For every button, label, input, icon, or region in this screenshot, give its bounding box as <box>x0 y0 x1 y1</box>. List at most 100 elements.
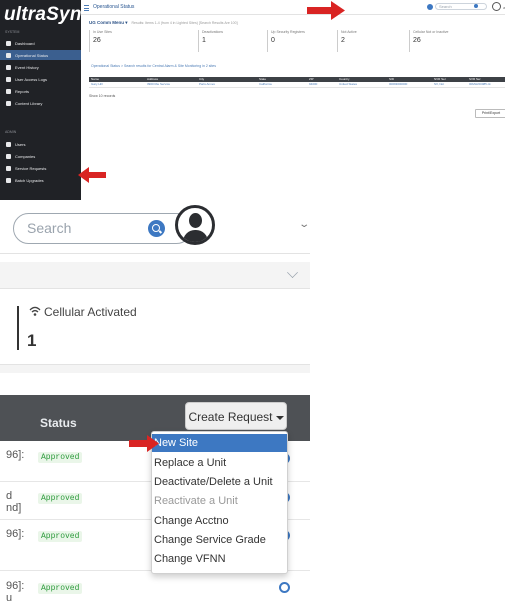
stat-label: Deactivations <box>202 30 224 34</box>
avatar[interactable] <box>175 205 215 245</box>
menu-item-replace-unit[interactable]: Replace a Unit <box>152 454 287 472</box>
table-cell[interactable]: Gary Hill <box>91 82 103 87</box>
results-table-area: Operational Status > Search results for … <box>85 61 505 121</box>
red-arrow-left-icon <box>78 167 106 183</box>
table-row[interactable]: 96]: u Approved <box>0 572 310 604</box>
upload-icon <box>6 177 11 183</box>
stat-label: Not Active <box>341 30 357 34</box>
menu-item-deactivate-delete-unit[interactable]: Deactivate/Delete a Unit <box>152 473 287 491</box>
sidebar-section-admin: ADMIN <box>5 130 17 134</box>
stat-value: 26 <box>93 37 101 44</box>
table-cell: SV, Not <box>434 82 445 86</box>
table-cell: 3900 Rte Service <box>147 82 171 86</box>
avatar[interactable] <box>492 2 501 11</box>
sidebar-item-label: Batch Upgrades <box>15 177 44 183</box>
sidebar-item-batch-upgrades[interactable]: Batch Upgrades <box>0 175 81 185</box>
sidebar-item-operational-status[interactable]: Operational Status <box>0 50 81 60</box>
stat-divider <box>17 306 19 350</box>
sidebar-item-label: Operational Status <box>15 52 49 58</box>
stat-value: 0 <box>271 37 275 44</box>
sidebar-item-content-library[interactable]: Content Library <box>0 98 81 108</box>
sidebar-item-label: Companies <box>15 153 36 159</box>
stat-label: Cellular Activated <box>44 305 137 319</box>
sidebar-item-dashboard[interactable]: Dashboard <box>0 38 81 48</box>
search-icon[interactable] <box>474 4 478 8</box>
stat-value: 2 <box>341 37 345 44</box>
menu-item-label: Deactivate/Delete a Unit <box>154 476 273 488</box>
print-button[interactable]: Print/Export <box>475 109 505 118</box>
stat-value: 1 <box>27 331 37 350</box>
menu-item-label: Change VFNN <box>154 553 226 565</box>
create-request-menu: New Site Replace a Unit Deactivate/Delet… <box>151 431 288 574</box>
user-log-icon <box>6 76 11 82</box>
stat-card: In Use Sites 26 <box>89 30 165 52</box>
row-id: 96]: u <box>6 580 25 604</box>
caret-down-icon <box>275 415 284 420</box>
sidebar-item-service-requests[interactable]: Service Requests <box>0 163 81 173</box>
sidebar-item-user-access-logs[interactable]: User Access Logs <box>0 74 81 84</box>
status-badge: Approved <box>38 583 83 594</box>
menu-item-change-vfnn[interactable]: Change VFNN <box>152 550 287 568</box>
table-cell: 00093000000 <box>389 82 408 86</box>
companies-icon <box>6 153 11 159</box>
library-icon <box>6 100 11 106</box>
create-request-button[interactable]: Create Request <box>185 402 287 430</box>
menu-item-change-service-grade[interactable]: Change Service Grade <box>152 531 287 549</box>
show-entries[interactable]: Show 10 records <box>89 94 115 98</box>
menu-item-reactivate-unit: Reactivate a Unit <box>152 492 287 510</box>
table-row[interactable]: Gary Hill 3900 Rte Service Paris Annex C… <box>89 82 505 88</box>
hamburger-menu-icon[interactable] <box>84 5 89 11</box>
sidebar-item-label: Reports <box>15 88 30 94</box>
stat-card: Not Active 2 <box>337 30 413 52</box>
stat-label: Up Security Registers <box>271 30 305 34</box>
chevron-down-icon[interactable]: ⌄ <box>298 219 310 230</box>
sidebar-item-companies[interactable]: Companies <box>0 151 81 161</box>
panel-heading[interactable]: UG Comm Menu ▾ Results: Items 1-4 (from 4… <box>89 20 238 26</box>
status-badge: Approved <box>38 452 83 463</box>
menu-item-new-site[interactable]: New Site <box>152 434 287 452</box>
breadcrumb[interactable]: Operational Status > Search results for … <box>91 64 216 68</box>
menu-item-label: New Site <box>154 437 199 449</box>
sidebar-item-reports[interactable]: Reports <box>0 86 81 96</box>
panel-heading-sub: Results: Items 1-4 (from 4 in Lighted Si… <box>131 21 238 25</box>
avatar-head-icon <box>189 213 202 228</box>
sidebar-section-system: SYSTEM <box>5 30 20 34</box>
sidebar: ultraSync SYSTEM Dashboard Operational S… <box>0 0 92 200</box>
divider-band <box>0 364 310 373</box>
gear-icon[interactable] <box>427 4 433 10</box>
top-bar: Operational Status Search admin <box>81 0 505 15</box>
menu-item-change-acctno[interactable]: Change Acctno <box>152 512 287 530</box>
divider <box>0 288 310 289</box>
logo: ultraSync <box>4 4 93 25</box>
table-cell: 00MHz00085 ck <box>469 82 491 86</box>
reports-icon <box>6 88 11 94</box>
users-icon <box>6 141 11 147</box>
stat-label: In Use Sites <box>93 30 112 34</box>
table-cell: 94000 <box>309 82 318 86</box>
stat-value: 26 <box>413 37 421 44</box>
sidebar-item-label: Service Requests <box>15 165 47 171</box>
zoomed-header: Search ⌄ Cellular Activated 1 <box>0 205 505 375</box>
sidebar-item-label: Users <box>15 141 26 147</box>
stat-card: Up Security Registers 0 <box>267 30 343 52</box>
status-column-header[interactable]: Status <box>40 416 77 430</box>
sidebar-item-label: User Access Logs <box>15 76 48 82</box>
clock-icon[interactable] <box>279 582 290 593</box>
menu-item-label: Change Acctno <box>154 515 229 527</box>
create-request-label: Create Request <box>188 410 273 424</box>
wifi-icon <box>29 306 41 316</box>
status-panel: UG Comm Menu ▾ Results: Items 1-4 (from 4… <box>85 16 505 61</box>
panel-heading-text: UG Comm Menu <box>89 20 125 25</box>
history-icon <box>6 64 11 70</box>
sidebar-item-users[interactable]: Users <box>0 139 81 149</box>
top-screenshot: ultraSync SYSTEM Dashboard Operational S… <box>0 0 505 200</box>
menu-item-label: Change Service Grade <box>154 534 266 546</box>
search-input[interactable]: Search <box>435 3 487 10</box>
stat-value: 1 <box>202 37 206 44</box>
sidebar-item-event-history[interactable]: Event History <box>0 62 81 72</box>
search-icon[interactable] <box>148 220 165 237</box>
search-input[interactable]: Search <box>13 213 192 244</box>
red-arrow-right-icon <box>129 435 159 452</box>
table-cell: Paris Annex <box>199 82 216 86</box>
row-id: d nd] <box>6 490 22 514</box>
